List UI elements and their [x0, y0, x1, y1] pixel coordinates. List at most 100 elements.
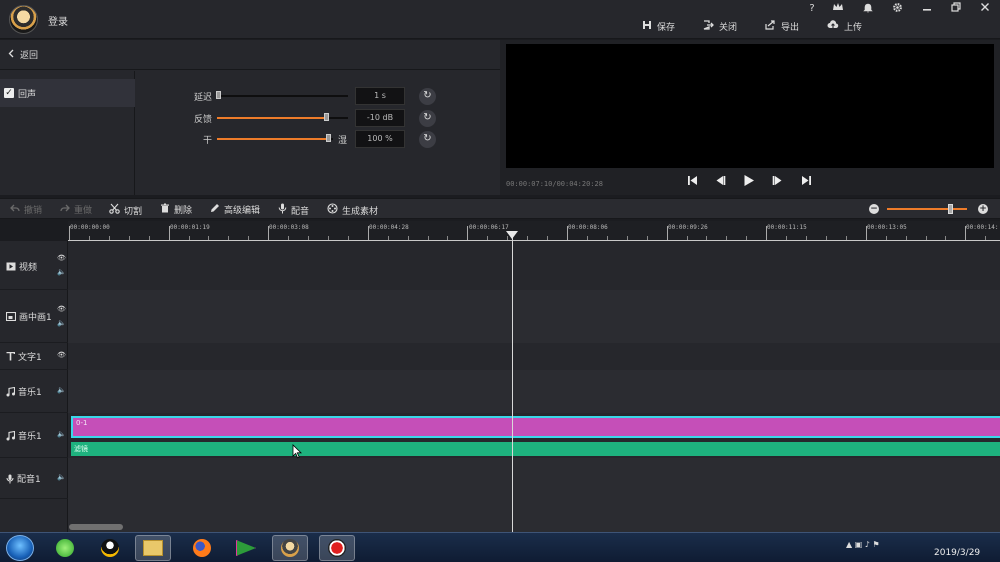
effect-item-echo[interactable]: ✓ 回声 [0, 79, 135, 107]
lane-pip[interactable] [68, 290, 1000, 343]
zoom-in-button[interactable]: + [978, 204, 988, 214]
delay-value[interactable]: 1 s [355, 87, 405, 105]
restore-button[interactable] [947, 2, 965, 16]
lane-video[interactable] [68, 241, 1000, 290]
timeline-ruler[interactable]: 00:00:00:00 00:00:01:19 00:00:03:08 00:0… [68, 221, 1000, 241]
feedback-slider-thumb[interactable] [324, 113, 329, 121]
ruler-tick-label: 00:00:11:15 [767, 224, 807, 231]
speaker-icon[interactable]: 🔈 [57, 319, 66, 327]
preview-screen[interactable] [506, 44, 994, 168]
dry-wet-slider-thumb[interactable] [326, 134, 331, 142]
ruler-minor-tick [308, 236, 310, 240]
timeline-scrollbar[interactable] [69, 524, 123, 530]
speaker-icon[interactable]: 🔈 [57, 268, 66, 276]
filter-clip[interactable]: 滤镜 [71, 442, 1000, 456]
track-header-music-2[interactable]: 音乐1 🔈 [0, 413, 68, 458]
taskbar-clock-date: 2019/3/29 [934, 548, 981, 558]
gear-icon[interactable] [888, 2, 906, 16]
playhead[interactable] [512, 233, 513, 532]
skip-end-button[interactable] [798, 174, 814, 190]
playhead-handle[interactable] [506, 231, 518, 239]
eye-icon[interactable]: 👁 [57, 351, 66, 359]
generate-label: 生成素材 [342, 206, 379, 217]
music-clip[interactable]: 0-1 [71, 416, 1000, 438]
taskbar-app-explorer[interactable] [135, 535, 171, 561]
record-icon [328, 539, 346, 557]
taskbar-app-editor[interactable] [272, 535, 308, 561]
back-button[interactable]: 返回 [0, 40, 500, 70]
redo-icon [60, 204, 70, 216]
lane-dub[interactable] [68, 458, 1000, 532]
folder-icon [143, 540, 163, 556]
generate-material-button[interactable]: 生成素材 [327, 203, 378, 217]
zoom-slider-thumb[interactable] [948, 204, 953, 214]
dry-wet-value[interactable]: 100 % [355, 130, 405, 148]
cut-button[interactable]: 切割 [109, 203, 142, 217]
advanced-edit-button[interactable]: 高级编辑 [210, 203, 260, 216]
speaker-icon[interactable]: 🔈 [57, 430, 66, 438]
lane-music-1[interactable] [68, 370, 1000, 413]
cut-label: 切割 [124, 206, 143, 217]
feedback-value[interactable]: -10 dB [355, 109, 405, 127]
speaker-icon[interactable]: 🔈 [57, 386, 66, 394]
effect-checkbox[interactable]: ✓ [4, 88, 14, 98]
eye-icon[interactable]: 👁 [57, 305, 66, 313]
delay-slider[interactable] [217, 95, 348, 97]
start-button[interactable] [6, 535, 34, 561]
skip-start-button[interactable] [684, 174, 700, 190]
redo-button[interactable]: 重做 [60, 203, 92, 216]
track-header-music-1[interactable]: 音乐1 🔈 [0, 370, 68, 413]
dry-wet-reset-button[interactable]: ↻ [419, 131, 436, 148]
next-frame-button[interactable] [769, 174, 785, 190]
delete-clip-button[interactable]: 删除 [160, 203, 192, 216]
video-icon [6, 262, 16, 271]
track-header-text[interactable]: 文字1 👁 [0, 343, 68, 370]
ruler-minor-tick [407, 236, 409, 240]
taskbar-app-player[interactable] [228, 535, 264, 561]
upload-button[interactable]: 上传 [827, 18, 862, 34]
prev-frame-button[interactable] [712, 174, 728, 190]
play-button[interactable] [741, 174, 757, 190]
speaker-icon[interactable]: 🔈 [57, 473, 66, 481]
delay-slider-thumb[interactable] [216, 91, 221, 99]
ruler-minor-tick [427, 236, 429, 240]
crown-icon[interactable] [829, 2, 847, 16]
track-label-text: 文字1 [6, 350, 42, 363]
taskbar-app-qq[interactable] [92, 535, 128, 561]
avatar[interactable] [9, 5, 38, 34]
help-button[interactable]: ? [803, 2, 821, 16]
redo-label: 重做 [74, 206, 93, 216]
login-link[interactable]: 登录 [48, 13, 68, 28]
bell-icon[interactable] [859, 2, 877, 16]
track-label-dub: 配音1 [6, 472, 41, 485]
tray-icons[interactable]: ▲ ▣ ♪ ⚑ [846, 540, 880, 549]
taskbar-app-refresh[interactable] [47, 535, 83, 561]
track-header-video[interactable]: 视频 👁 🔈 [0, 241, 68, 290]
taskbar-app-firefox[interactable] [184, 535, 220, 561]
feedback-reset-button[interactable]: ↻ [419, 110, 436, 127]
lane-text[interactable] [68, 343, 1000, 370]
zoom-slider[interactable] [887, 208, 967, 210]
microphone-icon [278, 203, 287, 217]
delay-reset-button[interactable]: ↻ [419, 88, 436, 105]
close-project-button[interactable]: 关闭 [703, 18, 737, 34]
dub-button[interactable]: 配音 [278, 203, 309, 217]
app-window: 登录 ? 保存 关闭 导出 上传 返回 ✓ 回声 延迟 1 s ↻ 反馈 -10… [0, 0, 1000, 562]
effects-panel: 返回 ✓ 回声 删除 清空 延迟 1 s ↻ 反馈 -10 dB ↻ 干 湿 1… [0, 40, 500, 218]
ruler-major-tick [567, 226, 568, 240]
track-label-music-1: 音乐1 [6, 385, 42, 398]
zoom-out-button[interactable]: − [869, 204, 879, 214]
preview-timecode: 00:00:07:10/00:04:20:28 [506, 180, 603, 188]
eye-icon[interactable]: 👁 [57, 254, 66, 262]
minimize-button[interactable] [918, 2, 936, 16]
save-button[interactable]: 保存 [642, 18, 675, 34]
ruler-minor-tick [626, 236, 628, 240]
track-header-dub[interactable]: 配音1 🔈 [0, 458, 68, 499]
undo-button[interactable]: 撤销 [10, 203, 42, 216]
ruler-minor-tick [885, 236, 887, 240]
export-button[interactable]: 导出 [765, 18, 799, 34]
advanced-edit-label: 高级编辑 [224, 206, 261, 216]
track-header-pip[interactable]: 画中画1 👁 🔈 [0, 290, 68, 343]
taskbar-app-recorder[interactable] [319, 535, 355, 561]
close-window-button[interactable] [976, 2, 994, 16]
